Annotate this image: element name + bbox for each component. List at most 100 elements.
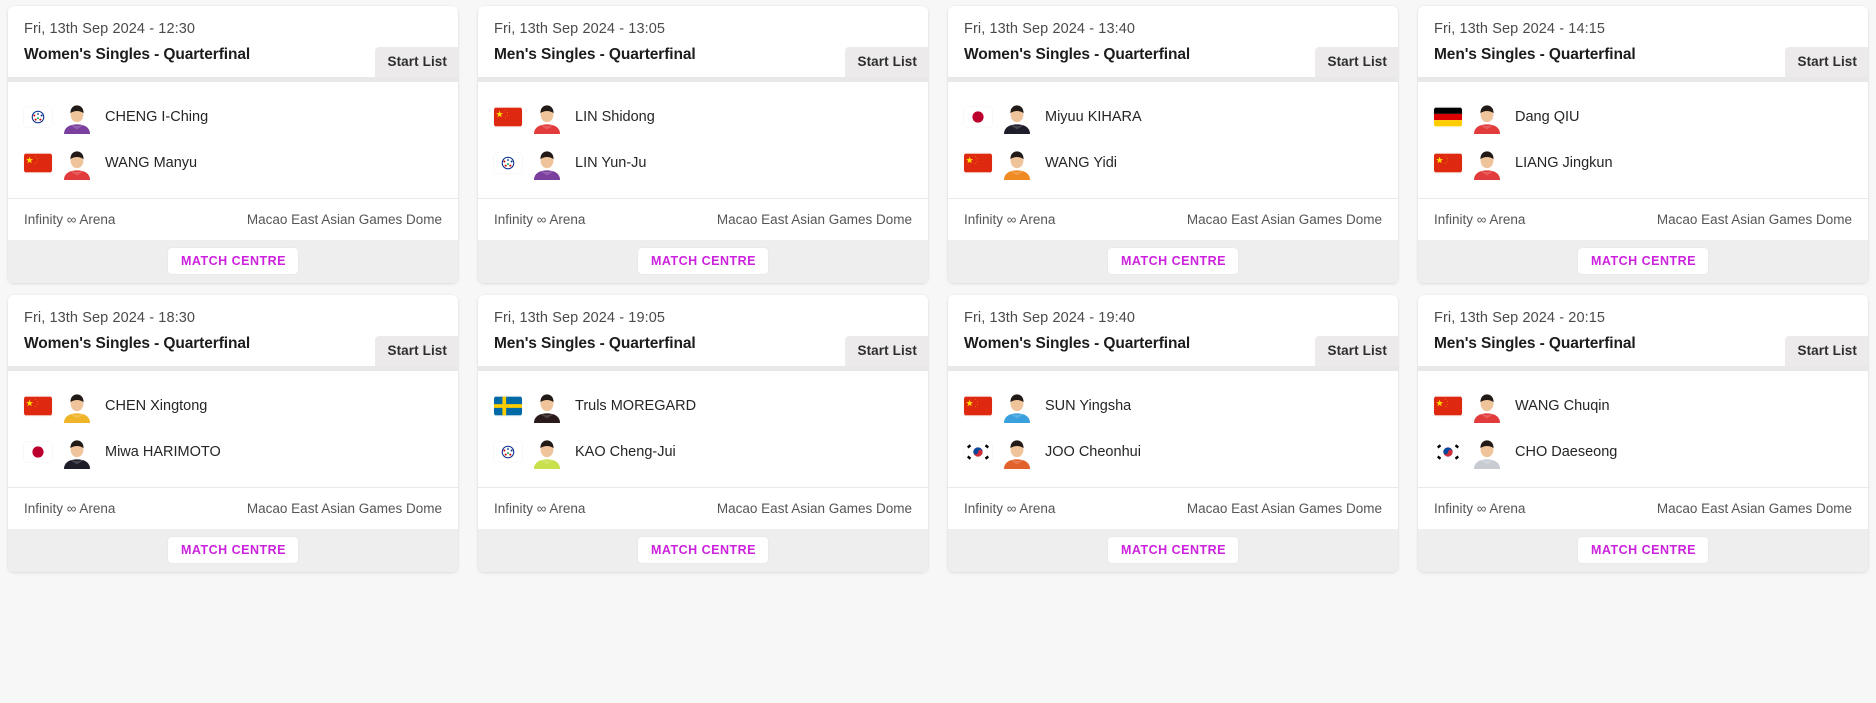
flag-tpe-icon (24, 107, 52, 127)
player-avatar (60, 100, 94, 134)
player-row[interactable]: Miwa HARIMOTO (8, 429, 458, 475)
player-avatar (1000, 389, 1034, 423)
match-card-header: Fri, 13th Sep 2024 - 19:40Women's Single… (948, 295, 1398, 366)
venue-name: Infinity ∞ Arena (24, 500, 115, 518)
start-list-button[interactable]: Start List (1315, 47, 1398, 77)
player-avatar (1470, 100, 1504, 134)
match-card-header: Fri, 13th Sep 2024 - 20:15Men's Singles … (1418, 295, 1868, 366)
match-centre-button[interactable]: MATCH CENTRE (168, 537, 298, 563)
flag-swe-icon (494, 396, 522, 416)
match-card-footer: MATCH CENTRE (478, 240, 928, 283)
player-row[interactable]: WANG Manyu (8, 140, 458, 186)
player-row[interactable]: LIN Yun-Ju (478, 140, 928, 186)
venue-name: Infinity ∞ Arena (1434, 211, 1525, 229)
venue-place: Macao East Asian Games Dome (247, 500, 442, 518)
player-avatar (60, 146, 94, 180)
player-name: Dang QIU (1515, 107, 1579, 127)
player-row[interactable]: CHO Daeseong (1418, 429, 1868, 475)
match-card-header: Fri, 13th Sep 2024 - 19:05Men's Singles … (478, 295, 928, 366)
player-name: CHENG I-Ching (105, 107, 208, 127)
player-row[interactable]: LIN Shidong (478, 94, 928, 140)
player-avatar (530, 100, 564, 134)
player-row[interactable]: KAO Cheng-Jui (478, 429, 928, 475)
venue-row: Infinity ∞ Arena Macao East Asian Games D… (1418, 198, 1868, 240)
venue-row: Infinity ∞ ArenaMacao East Asian Games D… (8, 198, 458, 240)
match-datetime: Fri, 13th Sep 2024 - 19:40 (964, 308, 1382, 328)
venue-place: Macao East Asian Games Dome (1657, 500, 1852, 518)
venue-row: Infinity ∞ ArenaMacao East Asian Games D… (948, 487, 1398, 529)
player-avatar (1470, 435, 1504, 469)
player-list: Miyuu KIHARA WANG Yidi (948, 82, 1398, 198)
player-avatar (1470, 146, 1504, 180)
start-list-button[interactable]: Start List (845, 336, 928, 366)
flag-ger-icon (1434, 107, 1462, 127)
player-row[interactable]: WANG Chuqin (1418, 383, 1868, 429)
venue-name: Infinity ∞ Arena (964, 500, 1055, 518)
player-row[interactable]: Truls MOREGARD (478, 383, 928, 429)
player-list: Dang QIU LIANG Jingkun (1418, 82, 1868, 198)
venue-place: Macao East Asian Games Dome (1657, 211, 1852, 229)
player-avatar (1470, 389, 1504, 423)
match-centre-button[interactable]: MATCH CENTRE (168, 248, 298, 274)
player-row[interactable]: LIANG Jingkun (1418, 140, 1868, 186)
venue-place: Macao East Asian Games Dome (1187, 211, 1382, 229)
match-centre-button[interactable]: MATCH CENTRE (638, 248, 768, 274)
player-avatar (530, 389, 564, 423)
match-card: Fri, 13th Sep 2024 - 20:15Men's Singles … (1418, 295, 1868, 572)
flag-jpn-icon (24, 442, 52, 462)
flag-chn-icon (494, 107, 522, 127)
player-name: WANG Chuqin (1515, 396, 1610, 416)
venue-place: Macao East Asian Games Dome (717, 211, 912, 229)
venue-name: Infinity ∞ Arena (1434, 500, 1525, 518)
player-name: CHEN Xingtong (105, 396, 207, 416)
start-list-button[interactable]: Start List (375, 47, 458, 77)
match-card-footer: MATCH CENTRE (8, 240, 458, 283)
match-card-footer: MATCH CENTRE (1418, 240, 1868, 283)
match-card-footer: MATCH CENTRE (478, 529, 928, 572)
flag-tpe-icon (494, 153, 522, 173)
venue-name: Infinity ∞ Arena (494, 211, 585, 229)
player-row[interactable]: SUN Yingsha (948, 383, 1398, 429)
match-card-footer: MATCH CENTRE (1418, 529, 1868, 572)
venue-place: Macao East Asian Games Dome (247, 211, 442, 229)
venue-row: Infinity ∞ Arena Macao East Asian Games D… (478, 198, 928, 240)
flag-chn-icon (1434, 153, 1462, 173)
start-list-button[interactable]: Start List (1785, 47, 1868, 77)
match-datetime: Fri, 13th Sep 2024 - 20:15 (1434, 308, 1852, 328)
player-row[interactable]: JOO Cheonhui (948, 429, 1398, 475)
player-row[interactable]: CHEN Xingtong (8, 383, 458, 429)
player-list: CHEN Xingtong Miwa HARIMOTO (8, 371, 458, 487)
match-card: Fri, 13th Sep 2024 - 19:05Men's Singles … (478, 295, 928, 572)
player-name: WANG Yidi (1045, 153, 1117, 173)
match-card-header: Fri, 13th Sep 2024 - 12:30Women's Single… (8, 6, 458, 77)
player-avatar (530, 435, 564, 469)
match-card-header: Fri, 13th Sep 2024 - 14:15Men's Singles … (1418, 6, 1868, 77)
match-datetime: Fri, 13th Sep 2024 - 14:15 (1434, 19, 1852, 39)
player-list: CHENG I-Ching WANG Manyu (8, 82, 458, 198)
start-list-button[interactable]: Start List (1315, 336, 1398, 366)
player-list: Truls MOREGARDKAO Cheng-Jui (478, 371, 928, 487)
player-row[interactable]: CHENG I-Ching (8, 94, 458, 140)
match-card-footer: MATCH CENTRE (8, 529, 458, 572)
venue-name: Infinity ∞ Arena (494, 500, 585, 518)
player-row[interactable]: Dang QIU (1418, 94, 1868, 140)
match-centre-button[interactable]: MATCH CENTRE (1578, 537, 1708, 563)
match-datetime: Fri, 13th Sep 2024 - 13:40 (964, 19, 1382, 39)
player-list: WANG Chuqin CHO Daeseong (1418, 371, 1868, 487)
player-name: LIANG Jingkun (1515, 153, 1613, 173)
match-centre-button[interactable]: MATCH CENTRE (1108, 248, 1238, 274)
flag-jpn-icon (964, 107, 992, 127)
player-row[interactable]: WANG Yidi (948, 140, 1398, 186)
player-row[interactable]: Miyuu KIHARA (948, 94, 1398, 140)
player-name: Miwa HARIMOTO (105, 442, 221, 462)
match-centre-button[interactable]: MATCH CENTRE (1108, 537, 1238, 563)
start-list-button[interactable]: Start List (375, 336, 458, 366)
player-avatar (530, 146, 564, 180)
player-avatar (1000, 100, 1034, 134)
match-centre-button[interactable]: MATCH CENTRE (638, 537, 768, 563)
match-datetime: Fri, 13th Sep 2024 - 18:30 (24, 308, 442, 328)
start-list-button[interactable]: Start List (845, 47, 928, 77)
flag-kor-icon (1434, 442, 1462, 462)
match-centre-button[interactable]: MATCH CENTRE (1578, 248, 1708, 274)
start-list-button[interactable]: Start List (1785, 336, 1868, 366)
